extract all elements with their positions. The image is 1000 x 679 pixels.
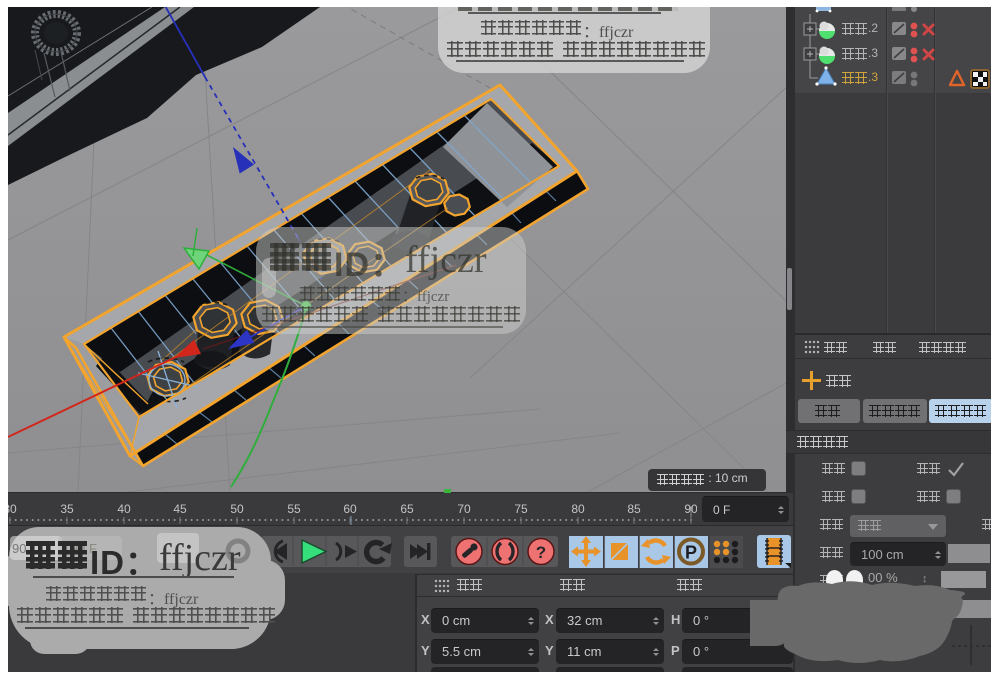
svg-text:?: ?	[536, 543, 546, 562]
svg-text:P: P	[685, 543, 697, 563]
